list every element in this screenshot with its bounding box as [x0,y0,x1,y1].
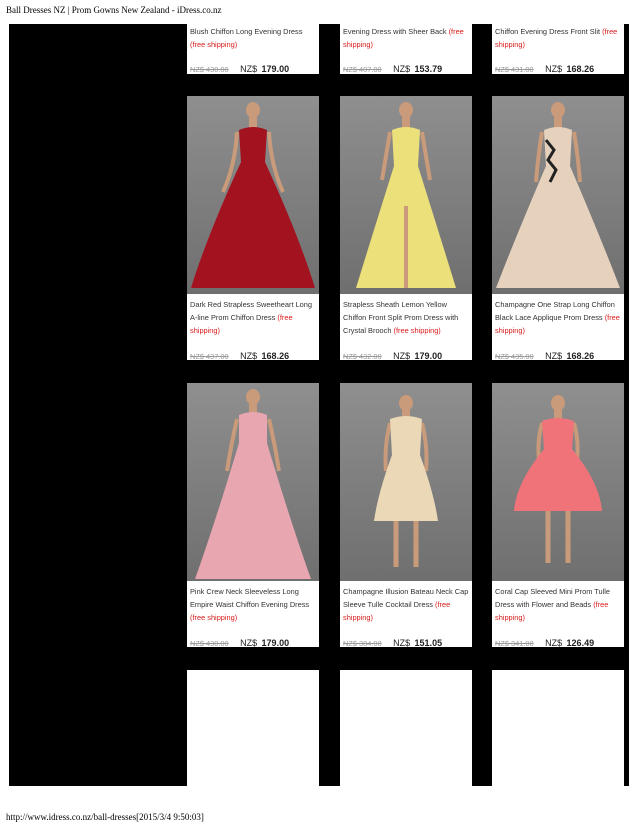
old-price: NZ$ 384.00 [343,639,382,648]
sale-price: 168.26 [566,351,595,361]
sale-price: 126.49 [566,638,595,648]
old-price: NZ$ 407.00 [343,65,382,74]
product-card-placeholder[interactable] [187,670,319,786]
product-image[interactable] [187,383,319,581]
dress-illustration [514,395,602,563]
product-title[interactable]: Champagne One Strap Long Chiffon Black L… [495,298,621,338]
product-image[interactable] [492,96,624,294]
product-name: Pink Crew Neck Sleeveless Long Empire Wa… [190,587,310,610]
product-name: Blush Chiffon Long Evening Dress [190,27,303,36]
free-shipping-label: (free shipping) [393,326,441,336]
price-row: NZ$ 341.00 NZ$ 126.49 [495,633,621,651]
page-footer-url: http://www.idress.co.nz/ball-dresses[201… [6,812,204,822]
currency: NZ$ [545,638,563,648]
sale-price: 168.26 [261,351,290,361]
product-title[interactable]: Champagne Illusion Bateau Neck Cap Sleev… [343,585,469,625]
currency: NZ$ [545,64,563,74]
page-header: Ball Dresses NZ | Prom Gowns New Zealand… [6,5,222,15]
free-shipping-label: (free shipping) [190,613,238,623]
product-title[interactable]: Strapless Sheath Lemon Yellow Chiffon Fr… [343,298,469,338]
product-title[interactable]: Blush Chiffon Long Evening Dress (free s… [190,25,316,51]
currency: NZ$ [240,638,258,648]
product-image[interactable] [187,96,319,294]
price-row: NZ$ 431.00 NZ$ 168.26 [495,59,621,77]
old-price: NZ$ 430.00 [190,65,229,74]
product-card-5[interactable]: Strapless Sheath Lemon Yellow Chiffon Fr… [340,96,472,361]
price-row: NZ$ 430.00 NZ$ 179.00 [190,59,316,77]
product-card-1[interactable]: Blush Chiffon Long Evening Dress (free s… [187,24,319,74]
sale-price: 151.05 [414,638,443,648]
price-row: NZ$ 384.00 NZ$ 151.05 [343,633,469,651]
sale-price: 153.79 [414,64,443,74]
product-title[interactable]: Evening Dress with Sheer Back (free ship… [343,25,469,51]
currency: NZ$ [545,351,563,361]
product-card-7[interactable]: Pink Crew Neck Sleeveless Long Empire Wa… [187,383,319,648]
sale-price: 179.00 [414,351,443,361]
product-title[interactable]: Chiffon Evening Dress Front Slit (free s… [495,25,621,51]
product-card-8[interactable]: Champagne Illusion Bateau Neck Cap Sleev… [340,383,472,648]
product-name: Dark Red Strapless Sweetheart Long A-lin… [190,300,313,323]
product-title[interactable]: Dark Red Strapless Sweetheart Long A-lin… [190,298,316,338]
price-row: NZ$ 430.00 NZ$ 179.00 [190,633,316,651]
currency: NZ$ [240,64,258,74]
price-row: NZ$ 432.00 NZ$ 179.00 [343,346,469,364]
product-title[interactable]: Pink Crew Neck Sleeveless Long Empire Wa… [190,585,316,625]
currency: NZ$ [393,64,411,74]
currency: NZ$ [393,638,411,648]
sale-price: 168.26 [566,64,595,74]
old-price: NZ$ 432.00 [343,352,382,361]
product-title[interactable]: Coral Cap Sleeved Mini Prom Tulle Dress … [495,585,621,625]
sale-price: 179.00 [261,64,290,74]
product-name: Evening Dress with Sheer Back [343,27,447,36]
old-price: NZ$ 430.00 [190,639,229,648]
product-card-placeholder[interactable] [492,670,624,786]
old-price: NZ$ 431.00 [495,65,534,74]
product-name: Chiffon Evening Dress Front Slit [495,27,601,36]
old-price: NZ$ 437.00 [190,352,229,361]
product-image[interactable] [340,96,472,294]
product-image[interactable] [340,383,472,581]
dress-illustration [191,102,315,288]
product-card-placeholder[interactable] [340,670,472,786]
product-card-4[interactable]: Dark Red Strapless Sweetheart Long A-lin… [187,96,319,361]
dress-illustration [356,102,456,288]
old-price: NZ$ 435.00 [495,352,534,361]
free-shipping-label: (free shipping) [190,40,238,50]
product-card-2[interactable]: Evening Dress with Sheer Back (free ship… [340,24,472,74]
product-card-9[interactable]: Coral Cap Sleeved Mini Prom Tulle Dress … [492,383,624,648]
dress-illustration [195,389,311,579]
product-card-3[interactable]: Chiffon Evening Dress Front Slit (free s… [492,24,624,74]
dress-illustration [496,102,620,288]
old-price: NZ$ 341.00 [495,639,534,648]
currency: NZ$ [393,351,411,361]
product-card-6[interactable]: Champagne One Strap Long Chiffon Black L… [492,96,624,361]
sale-price: 179.00 [261,638,290,648]
currency: NZ$ [240,351,258,361]
product-grid: Blush Chiffon Long Evening Dress (free s… [9,24,629,786]
price-row: NZ$ 407.00 NZ$ 153.79 [343,59,469,77]
dress-illustration [374,395,438,567]
price-row: NZ$ 435.00 NZ$ 168.26 [495,346,621,364]
product-image[interactable] [492,383,624,581]
price-row: NZ$ 437.00 NZ$ 168.26 [190,346,316,364]
product-name: Champagne One Strap Long Chiffon Black L… [495,300,615,323]
